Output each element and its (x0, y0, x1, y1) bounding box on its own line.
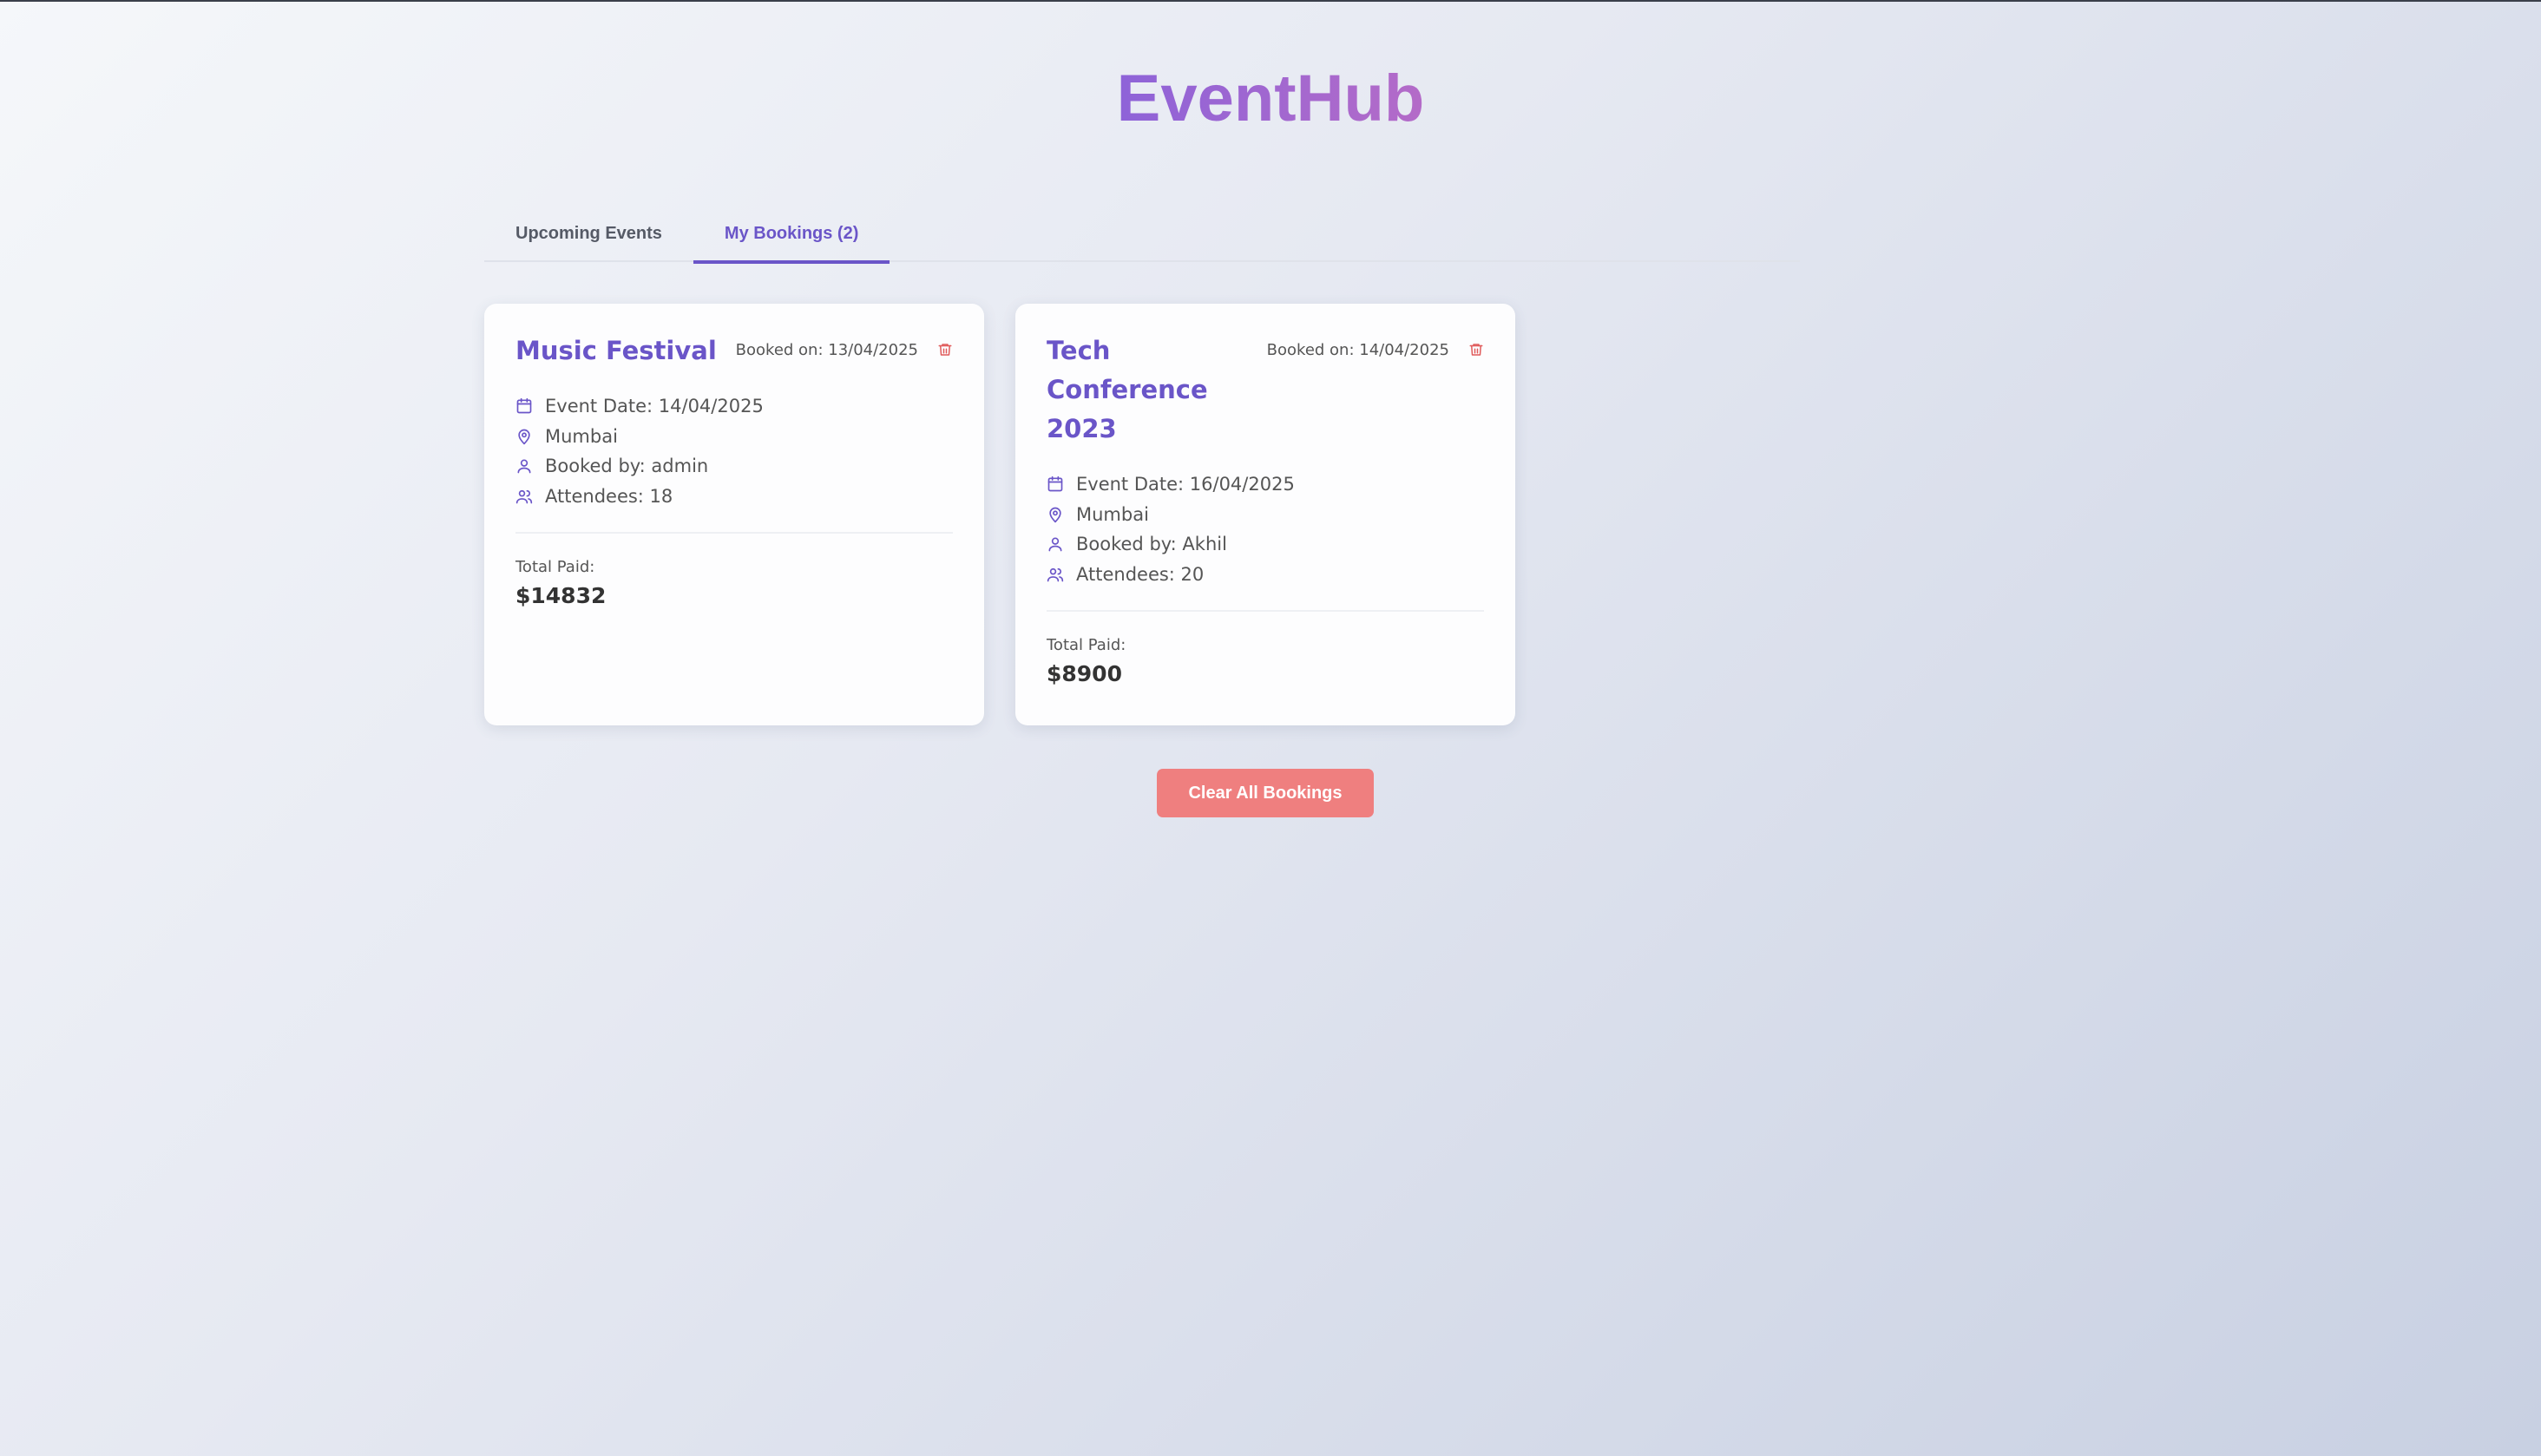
attendees-row: Attendees: 20 (1047, 560, 1484, 590)
event-date-row: Event Date: 14/04/2025 (515, 391, 953, 422)
attendees: Attendees: 20 (1076, 563, 1205, 585)
app-title: EventHub (1116, 62, 1425, 135)
calendar-icon (515, 397, 533, 415)
booked-by-row: Booked by: admin (515, 451, 953, 482)
tab-my-bookings[interactable]: My Bookings (2) (693, 207, 890, 264)
total-paid-label: Total Paid: (515, 558, 595, 576)
clear-all-bookings-button[interactable]: Clear All Bookings (1157, 769, 1374, 817)
attendees-row: Attendees: 18 (515, 482, 953, 512)
location-row: Mumbai (515, 422, 953, 452)
booked-by-row: Booked by: Akhil (1047, 529, 1484, 560)
card-divider (515, 532, 953, 534)
map-pin-icon (515, 428, 533, 445)
calendar-icon (1047, 475, 1064, 493)
delete-booking-button[interactable] (918, 338, 953, 361)
booked-on-date: Booked on: 13/04/2025 (735, 340, 918, 359)
attendees: Attendees: 18 (545, 485, 673, 507)
total-paid-label: Total Paid: (1047, 636, 1126, 654)
booking-title: Tech Conference 2023 (1047, 336, 1208, 443)
users-icon (515, 488, 533, 505)
card-divider (1047, 610, 1484, 612)
booked-by: Booked by: admin (545, 456, 709, 477)
booking-title: Music Festival (515, 336, 717, 365)
event-date-row: Event Date: 16/04/2025 (1047, 469, 1484, 500)
booking-card: Music Festival Booked on: 13/04/2025 Eve… (484, 304, 984, 725)
users-icon (1047, 566, 1064, 583)
map-pin-icon (1047, 506, 1064, 523)
event-location: Mumbai (545, 425, 618, 447)
total-paid-value: $8900 (1047, 661, 1122, 686)
user-icon (515, 457, 533, 475)
delete-booking-button[interactable] (1449, 338, 1484, 361)
event-date: Event Date: 16/04/2025 (1076, 474, 1295, 495)
trash-icon (938, 344, 952, 356)
booking-card: Tech Conference 2023 Booked on: 14/04/20… (1015, 304, 1515, 725)
location-row: Mumbai (1047, 500, 1484, 530)
booked-on-date: Booked on: 14/04/2025 (1266, 340, 1449, 359)
booked-by: Booked by: Akhil (1076, 534, 1227, 555)
event-date: Event Date: 14/04/2025 (545, 396, 764, 417)
total-paid-value: $14832 (515, 583, 607, 608)
tab-bar: Upcoming Events My Bookings (2) (484, 207, 1800, 264)
user-icon (1047, 535, 1064, 553)
event-location: Mumbai (1076, 503, 1149, 525)
tab-upcoming-events[interactable]: Upcoming Events (484, 207, 693, 262)
trash-icon (1469, 344, 1483, 356)
